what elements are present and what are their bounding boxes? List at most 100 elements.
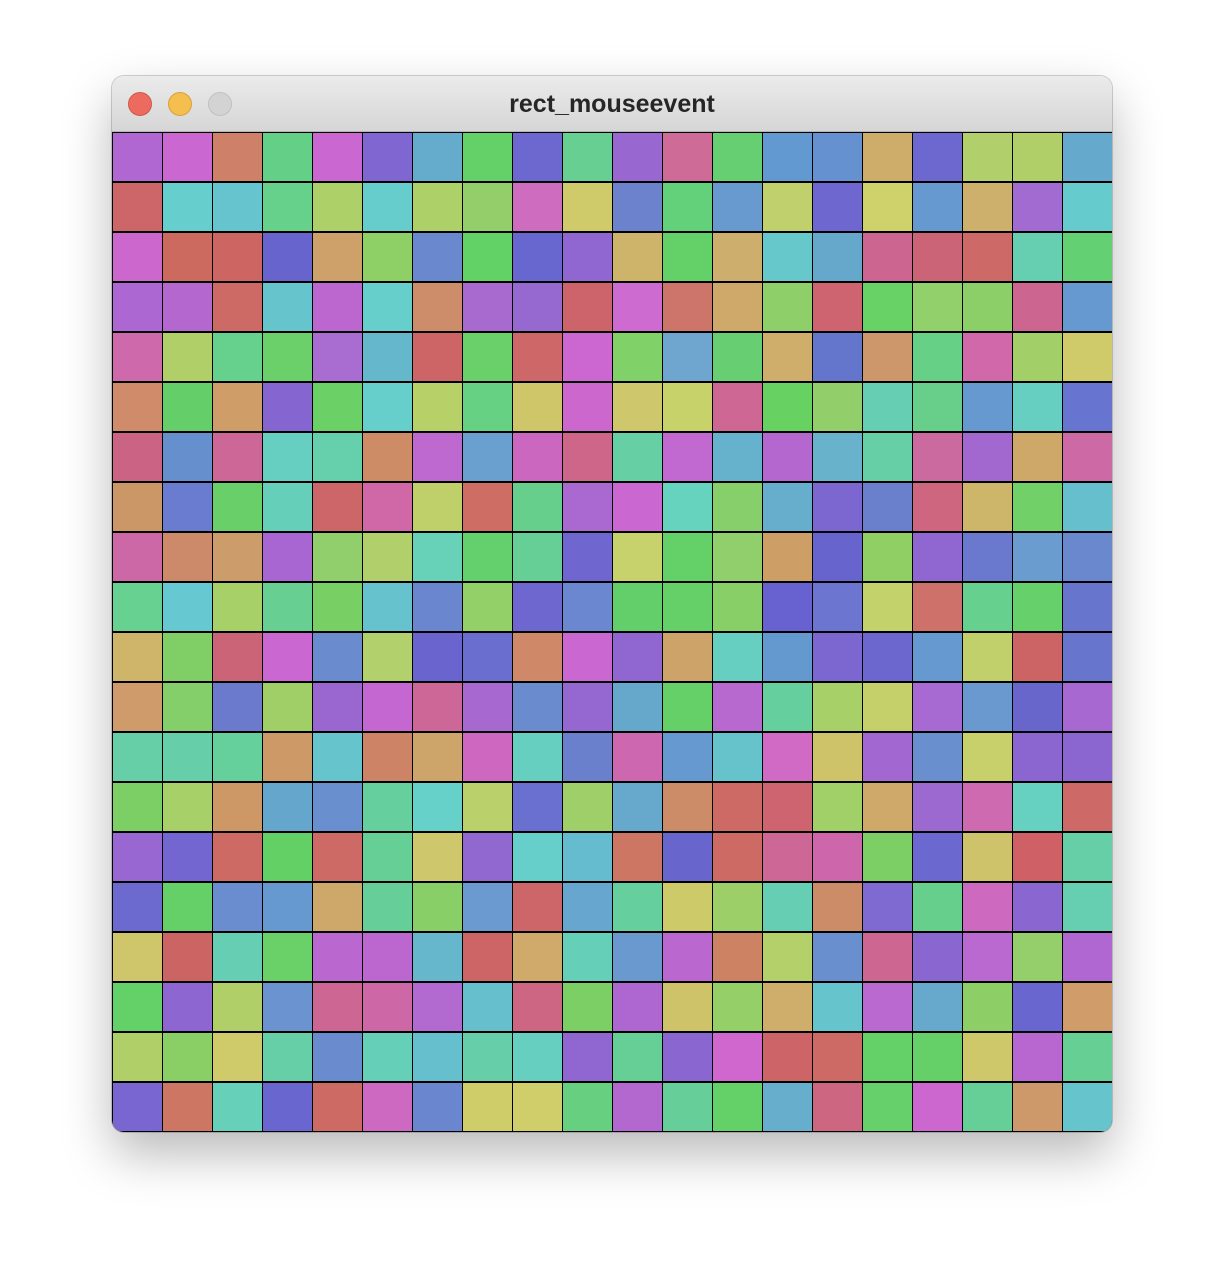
grid-cell-r19-c12[interactable] xyxy=(713,1083,762,1131)
grid-cell-r4-c11[interactable] xyxy=(663,333,712,381)
grid-cell-r13-c17[interactable] xyxy=(963,783,1012,831)
grid-cell-r2-c18[interactable] xyxy=(1013,233,1062,281)
grid-cell-r0-c6[interactable] xyxy=(413,133,462,181)
grid-cell-r10-c4[interactable] xyxy=(313,633,362,681)
grid-cell-r11-c1[interactable] xyxy=(163,683,212,731)
grid-cell-r3-c19[interactable] xyxy=(1063,283,1112,331)
grid-cell-r18-c2[interactable] xyxy=(213,1033,262,1081)
grid-cell-r8-c18[interactable] xyxy=(1013,533,1062,581)
grid-cell-r19-c10[interactable] xyxy=(613,1083,662,1131)
grid-cell-r1-c6[interactable] xyxy=(413,183,462,231)
grid-cell-r13-c1[interactable] xyxy=(163,783,212,831)
grid-cell-r12-c5[interactable] xyxy=(363,733,412,781)
rect-grid-canvas[interactable] xyxy=(112,132,1112,1132)
grid-cell-r17-c17[interactable] xyxy=(963,983,1012,1031)
grid-cell-r15-c2[interactable] xyxy=(213,883,262,931)
grid-cell-r2-c8[interactable] xyxy=(513,233,562,281)
grid-cell-r12-c4[interactable] xyxy=(313,733,362,781)
grid-cell-r10-c6[interactable] xyxy=(413,633,462,681)
grid-cell-r8-c9[interactable] xyxy=(563,533,612,581)
grid-cell-r12-c3[interactable] xyxy=(263,733,312,781)
grid-cell-r13-c3[interactable] xyxy=(263,783,312,831)
grid-cell-r4-c12[interactable] xyxy=(713,333,762,381)
grid-cell-r1-c3[interactable] xyxy=(263,183,312,231)
grid-cell-r15-c5[interactable] xyxy=(363,883,412,931)
grid-cell-r5-c13[interactable] xyxy=(763,383,812,431)
grid-cell-r10-c1[interactable] xyxy=(163,633,212,681)
grid-cell-r4-c3[interactable] xyxy=(263,333,312,381)
grid-cell-r5-c1[interactable] xyxy=(163,383,212,431)
grid-cell-r13-c6[interactable] xyxy=(413,783,462,831)
grid-cell-r0-c0[interactable] xyxy=(113,133,162,181)
grid-cell-r9-c9[interactable] xyxy=(563,583,612,631)
grid-cell-r15-c13[interactable] xyxy=(763,883,812,931)
grid-cell-r17-c7[interactable] xyxy=(463,983,512,1031)
grid-cell-r1-c1[interactable] xyxy=(163,183,212,231)
grid-cell-r0-c18[interactable] xyxy=(1013,133,1062,181)
grid-cell-r18-c12[interactable] xyxy=(713,1033,762,1081)
grid-cell-r7-c6[interactable] xyxy=(413,483,462,531)
grid-cell-r5-c15[interactable] xyxy=(863,383,912,431)
grid-cell-r6-c10[interactable] xyxy=(613,433,662,481)
grid-cell-r2-c1[interactable] xyxy=(163,233,212,281)
grid-cell-r3-c8[interactable] xyxy=(513,283,562,331)
grid-cell-r10-c7[interactable] xyxy=(463,633,512,681)
grid-cell-r0-c12[interactable] xyxy=(713,133,762,181)
grid-cell-r10-c11[interactable] xyxy=(663,633,712,681)
grid-cell-r13-c8[interactable] xyxy=(513,783,562,831)
grid-cell-r7-c10[interactable] xyxy=(613,483,662,531)
grid-cell-r11-c6[interactable] xyxy=(413,683,462,731)
grid-cell-r1-c14[interactable] xyxy=(813,183,862,231)
grid-cell-r0-c3[interactable] xyxy=(263,133,312,181)
grid-cell-r5-c11[interactable] xyxy=(663,383,712,431)
grid-cell-r4-c16[interactable] xyxy=(913,333,962,381)
grid-cell-r7-c18[interactable] xyxy=(1013,483,1062,531)
grid-cell-r6-c15[interactable] xyxy=(863,433,912,481)
grid-cell-r5-c17[interactable] xyxy=(963,383,1012,431)
grid-cell-r6-c17[interactable] xyxy=(963,433,1012,481)
grid-cell-r5-c2[interactable] xyxy=(213,383,262,431)
grid-cell-r9-c6[interactable] xyxy=(413,583,462,631)
grid-cell-r14-c10[interactable] xyxy=(613,833,662,881)
grid-cell-r8-c2[interactable] xyxy=(213,533,262,581)
grid-cell-r16-c10[interactable] xyxy=(613,933,662,981)
grid-cell-r17-c11[interactable] xyxy=(663,983,712,1031)
grid-cell-r1-c9[interactable] xyxy=(563,183,612,231)
grid-cell-r6-c19[interactable] xyxy=(1063,433,1112,481)
grid-cell-r13-c5[interactable] xyxy=(363,783,412,831)
grid-cell-r1-c19[interactable] xyxy=(1063,183,1112,231)
grid-cell-r14-c9[interactable] xyxy=(563,833,612,881)
grid-cell-r10-c10[interactable] xyxy=(613,633,662,681)
grid-cell-r4-c4[interactable] xyxy=(313,333,362,381)
grid-cell-r0-c17[interactable] xyxy=(963,133,1012,181)
grid-cell-r6-c4[interactable] xyxy=(313,433,362,481)
grid-cell-r19-c5[interactable] xyxy=(363,1083,412,1131)
grid-cell-r17-c18[interactable] xyxy=(1013,983,1062,1031)
grid-cell-r12-c8[interactable] xyxy=(513,733,562,781)
grid-cell-r15-c1[interactable] xyxy=(163,883,212,931)
grid-cell-r10-c12[interactable] xyxy=(713,633,762,681)
grid-cell-r0-c16[interactable] xyxy=(913,133,962,181)
grid-cell-r0-c14[interactable] xyxy=(813,133,862,181)
grid-cell-r3-c15[interactable] xyxy=(863,283,912,331)
grid-cell-r1-c18[interactable] xyxy=(1013,183,1062,231)
grid-cell-r0-c10[interactable] xyxy=(613,133,662,181)
grid-cell-r6-c11[interactable] xyxy=(663,433,712,481)
grid-cell-r9-c15[interactable] xyxy=(863,583,912,631)
grid-cell-r14-c3[interactable] xyxy=(263,833,312,881)
grid-cell-r2-c14[interactable] xyxy=(813,233,862,281)
grid-cell-r11-c8[interactable] xyxy=(513,683,562,731)
grid-cell-r14-c17[interactable] xyxy=(963,833,1012,881)
grid-cell-r15-c18[interactable] xyxy=(1013,883,1062,931)
grid-cell-r11-c14[interactable] xyxy=(813,683,862,731)
grid-cell-r16-c8[interactable] xyxy=(513,933,562,981)
grid-cell-r6-c14[interactable] xyxy=(813,433,862,481)
grid-cell-r13-c15[interactable] xyxy=(863,783,912,831)
grid-cell-r4-c19[interactable] xyxy=(1063,333,1112,381)
grid-cell-r4-c18[interactable] xyxy=(1013,333,1062,381)
grid-cell-r19-c18[interactable] xyxy=(1013,1083,1062,1131)
grid-cell-r18-c9[interactable] xyxy=(563,1033,612,1081)
grid-cell-r14-c12[interactable] xyxy=(713,833,762,881)
grid-cell-r2-c0[interactable] xyxy=(113,233,162,281)
grid-cell-r9-c19[interactable] xyxy=(1063,583,1112,631)
